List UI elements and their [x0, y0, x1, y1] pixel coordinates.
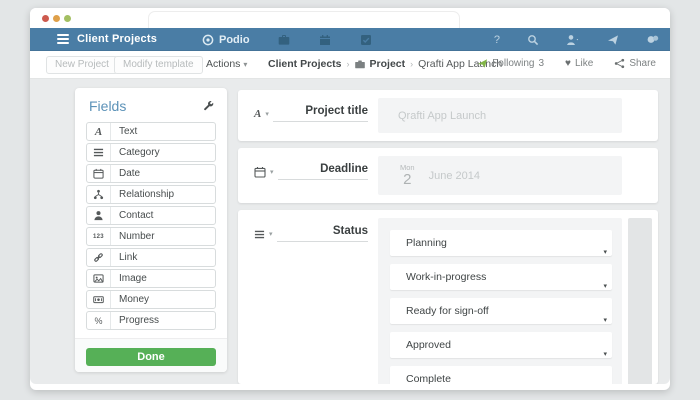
fields-palette: Fields A Text Category Date Relationship… — [75, 88, 227, 372]
app-icon — [354, 60, 365, 68]
field-card-project-title: A ▾ Project title Qrafti App Launch — [238, 90, 658, 141]
app-topbar: Client Projects Podio ? — [30, 28, 670, 51]
breadcrumb-item-type[interactable]: Project — [370, 58, 406, 70]
help-icon[interactable]: ? — [494, 34, 500, 46]
actions-menu[interactable]: Actions ▾ — [206, 58, 247, 70]
heart-icon: ♥ — [565, 58, 571, 69]
share-icon — [615, 58, 625, 69]
modify-template-button[interactable]: Modify template — [114, 56, 203, 74]
number-field-icon: 123 — [87, 228, 111, 245]
field-type-text[interactable]: A Text — [86, 122, 216, 141]
deadline-month-year: June 2014 — [428, 169, 480, 182]
workspace-title[interactable]: Client Projects — [77, 33, 157, 45]
breadcrumb: Client Projects › Project › Qrafti App L… — [268, 58, 503, 70]
status-options-list: Planning ▾ Work-in-progress ▾ Ready for … — [378, 218, 622, 384]
palette-items: A Text Category Date Relationship Contac… — [75, 122, 227, 330]
zoom-window-button[interactable] — [64, 15, 71, 22]
field-type-contact[interactable]: Contact — [86, 206, 216, 225]
deadline-date-badge[interactable]: Mon 2 — [400, 164, 415, 188]
swatch-caret-icon: ▾ — [603, 249, 607, 256]
browser-chrome — [30, 8, 670, 28]
calendar-icon[interactable] — [319, 33, 332, 46]
status-value-area: Planning ▾ Work-in-progress ▾ Ready for … — [378, 218, 622, 384]
progress-field-icon: % — [87, 312, 111, 329]
date-field-icon — [254, 166, 266, 180]
deadline-value-area: Mon 2 June 2014 — [378, 156, 622, 195]
category-field-icon — [254, 229, 265, 242]
category-field-icon — [87, 144, 111, 161]
user-menu-icon[interactable] — [566, 34, 580, 46]
browser-window: Client Projects Podio ? New Project Modi… — [30, 8, 670, 390]
field-type-number[interactable]: 123 Number — [86, 227, 216, 246]
item-toolbar: New Project Modify template Actions ▾ Cl… — [30, 51, 670, 79]
palette-title: Fields — [89, 98, 127, 114]
field-settings-caret-icon[interactable]: ▾ — [269, 230, 273, 242]
link-field-icon — [87, 249, 111, 266]
field-card-status: ▾ Status Planning ▾ Work-in-progress ▾ R… — [238, 210, 658, 384]
date-field-icon — [87, 165, 111, 182]
status-option-row[interactable]: Work-in-progress ▾ — [390, 264, 612, 290]
swatch-caret-icon: ▾ — [603, 317, 607, 324]
briefcase-icon[interactable] — [278, 33, 291, 46]
podio-logo[interactable]: Podio — [202, 34, 250, 46]
following-button[interactable]: Following 3 — [477, 58, 544, 69]
notifications-icon[interactable] — [607, 34, 619, 46]
following-count: 3 — [538, 58, 545, 69]
tasks-check-icon[interactable] — [360, 33, 373, 46]
contact-field-icon — [87, 207, 111, 224]
chat-icon[interactable] — [646, 34, 660, 46]
field-settings-caret-icon[interactable]: ▾ — [265, 110, 269, 122]
project-title-value-area[interactable]: Qrafti App Launch — [378, 98, 622, 133]
status-option-row[interactable]: Ready for sign-off ▾ — [390, 298, 612, 324]
swatch-caret-icon: ▾ — [603, 283, 607, 290]
status-option-row[interactable]: Planning ▾ — [390, 230, 612, 256]
chevron-down-icon: ▾ — [243, 60, 248, 69]
breadcrumb-app[interactable]: Client Projects — [268, 58, 342, 70]
share-button[interactable]: Share — [614, 58, 656, 69]
following-icon — [478, 59, 488, 68]
field-settings-caret-icon[interactable]: ▾ — [270, 168, 274, 180]
field-card-deadline: ▾ Deadline Mon 2 June 2014 — [238, 148, 658, 203]
field-type-category[interactable]: Category — [86, 143, 216, 162]
close-window-button[interactable] — [42, 15, 49, 22]
field-label-input[interactable]: Status — [276, 225, 368, 242]
text-field-icon: A — [254, 108, 262, 120]
field-type-image[interactable]: Image — [86, 269, 216, 288]
like-button[interactable]: ♥ Like — [565, 58, 593, 69]
field-type-relationship[interactable]: Relationship — [86, 185, 216, 204]
done-button[interactable]: Done — [86, 348, 216, 366]
field-label-input[interactable]: Deadline — [277, 163, 368, 180]
relationship-field-icon — [87, 186, 111, 203]
image-field-icon — [87, 270, 111, 287]
field-type-date[interactable]: Date — [86, 164, 216, 183]
field-type-progress[interactable]: % Progress — [86, 311, 216, 330]
status-option-row[interactable]: Complete ▾ — [390, 366, 612, 384]
browser-tab[interactable] — [148, 11, 460, 28]
menu-icon[interactable] — [57, 34, 69, 44]
wrench-icon[interactable] — [202, 100, 214, 112]
swatch-caret-icon: ▾ — [603, 351, 607, 358]
status-option-row[interactable]: Approved ▾ — [390, 332, 612, 358]
minimize-window-button[interactable] — [53, 15, 60, 22]
field-type-link[interactable]: Link — [86, 248, 216, 267]
project-title-placeholder: Qrafti App Launch — [398, 109, 487, 122]
field-type-money[interactable]: Money — [86, 290, 216, 309]
search-icon[interactable] — [527, 34, 539, 46]
money-field-icon — [87, 291, 111, 308]
app-content: Fields A Text Category Date Relationship… — [30, 79, 670, 384]
podio-logo-icon — [202, 34, 214, 45]
scrollbar-track[interactable] — [628, 218, 652, 384]
new-project-button[interactable]: New Project — [46, 56, 118, 74]
field-label-input[interactable]: Project title — [272, 105, 368, 122]
text-field-icon: A — [87, 123, 111, 140]
palette-footer: Done — [75, 338, 227, 372]
